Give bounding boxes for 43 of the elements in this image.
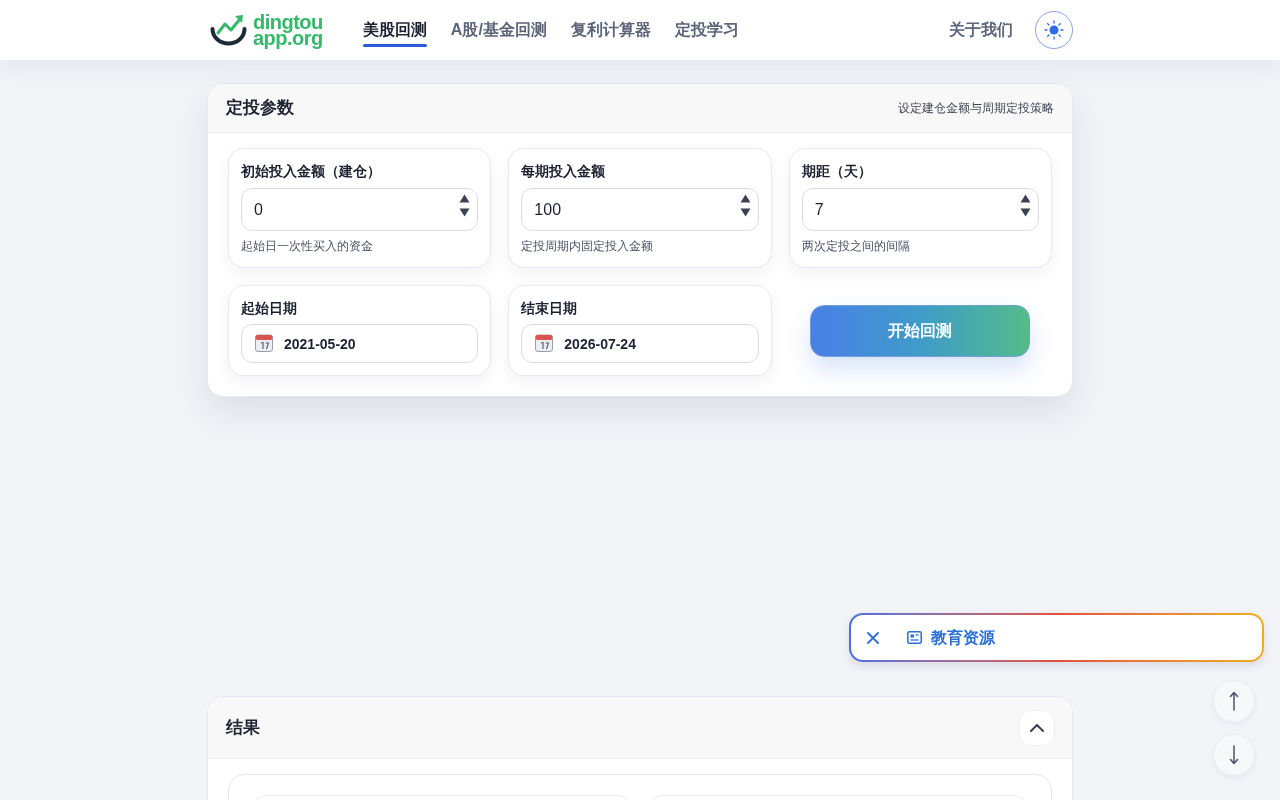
decrement-icon[interactable] <box>459 208 471 217</box>
sun-icon <box>1044 20 1064 40</box>
nav-tab[interactable]: 复利计算器 <box>570 0 651 60</box>
field-hint: 起始日一次性买入的资金 <box>241 238 374 255</box>
card-title: 结果 <box>226 716 260 739</box>
arrow-up-icon <box>1229 691 1239 711</box>
date-input[interactable]: 2026-07-24 <box>521 324 759 363</box>
number-input[interactable]: 0 <box>241 188 479 231</box>
field-hint: 两次定投之间的间隔 <box>801 238 911 255</box>
increment-icon[interactable] <box>459 194 471 203</box>
field-label: 每期投入金额 <box>521 162 607 181</box>
education-resources-link[interactable]: 教育资源 <box>907 625 995 650</box>
chevron-up-icon <box>1030 723 1044 732</box>
decrement-icon[interactable] <box>1020 208 1031 217</box>
field-label: 结束日期 <box>521 299 579 318</box>
calendar-icon <box>535 334 554 352</box>
nav-tab[interactable]: 定投学习 <box>674 0 739 60</box>
nav-tab[interactable]: 美股回测 <box>362 0 427 60</box>
scroll-top-button[interactable] <box>1213 680 1255 722</box>
close-icon <box>867 631 879 644</box>
card-title: 定投参数 <box>226 97 294 120</box>
close-button[interactable] <box>865 629 881 646</box>
theme-toggle-button[interactable] <box>1035 11 1073 49</box>
scroll-bottom-button[interactable] <box>1213 734 1255 776</box>
card-subtitle: 设定建仓金额与周期定投策略 <box>898 100 1054 117</box>
collapse-button[interactable] <box>1019 709 1055 746</box>
calendar-icon <box>255 334 273 352</box>
field-label: 初始投入金额（建仓） <box>241 162 382 181</box>
arrow-down-icon <box>1229 745 1239 765</box>
date-input[interactable]: 2021-05-20 <box>241 324 479 363</box>
newspaper-icon <box>907 631 922 644</box>
number-input[interactable]: 100 <box>521 188 759 231</box>
field-hint: 定投周期内固定投入金额 <box>521 238 655 255</box>
nav-tab[interactable]: A股/基金回测 <box>450 0 547 60</box>
about-link[interactable]: 关于我们 <box>949 18 1013 42</box>
increment-icon[interactable] <box>1020 194 1031 203</box>
logo-icon <box>210 14 247 46</box>
number-input[interactable]: 7 <box>801 188 1039 231</box>
increment-icon[interactable] <box>739 194 751 203</box>
start-backtest-button[interactable]: 开始回测 <box>810 304 1031 357</box>
field-label: 期距（天） <box>801 162 873 181</box>
field-label: 起始日期 <box>241 299 298 318</box>
decrement-icon[interactable] <box>739 208 751 217</box>
